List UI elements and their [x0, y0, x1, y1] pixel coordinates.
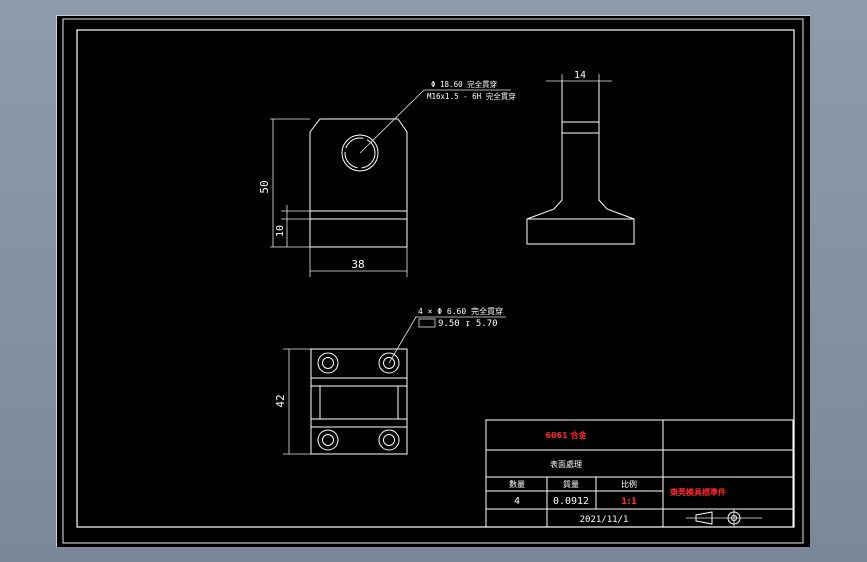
inner-frame — [76, 29, 795, 528]
bolt-callout-1: 4 × Φ 6.60 完全貫穿 — [418, 306, 503, 316]
drawing-sheet: 50 10 38 Φ 18.60 完全貫穿 M16x1.5 - 6H 完全貫穿 … — [56, 15, 810, 547]
weight-label: 質量 — [563, 479, 579, 489]
dim-front-small: 10 — [275, 225, 286, 237]
top-view: 42 4 × Φ 6.60 完全貫穿 9.50 ↧ 5.70 — [274, 306, 506, 455]
front-view: 50 10 38 Φ 18.60 完全貫穿 M16x1.5 - 6H 完全貫穿 — [258, 79, 516, 277]
scale-value: 1:1 — [621, 497, 637, 507]
finish-label: 表面處理 — [550, 459, 582, 469]
scale-label: 比例 — [621, 479, 637, 489]
hole-callout-2: M16x1.5 - 6H 完全貫穿 — [427, 91, 516, 101]
dim-top-height: 42 — [274, 394, 287, 407]
dim-front-width: 38 — [351, 258, 364, 271]
qty-label: 數量 — [509, 479, 525, 489]
dim-side-width: 14 — [574, 70, 586, 81]
material-label: 6061 合金 — [545, 430, 587, 440]
title-block: 6061 合金 表面處理 數量 質量 比例 4 0.0912 1:1 東莞模具標… — [485, 419, 794, 528]
projection-symbol-icon — [686, 509, 762, 527]
side-view: 14 — [526, 70, 635, 245]
qty-value: 4 — [514, 496, 520, 507]
company-name: 東莞模具標準件 — [670, 487, 726, 497]
cad-drawing: 50 10 38 Φ 18.60 完全貫穿 M16x1.5 - 6H 完全貫穿 … — [62, 18, 804, 544]
date-value: 2021/11/1 — [580, 515, 629, 525]
weight-value: 0.0912 — [553, 496, 589, 507]
dim-front-height: 50 — [258, 180, 271, 193]
bolt-callout-2: 9.50 ↧ 5.70 — [438, 319, 498, 329]
hole-callout-1: Φ 18.60 完全貫穿 — [431, 79, 497, 89]
